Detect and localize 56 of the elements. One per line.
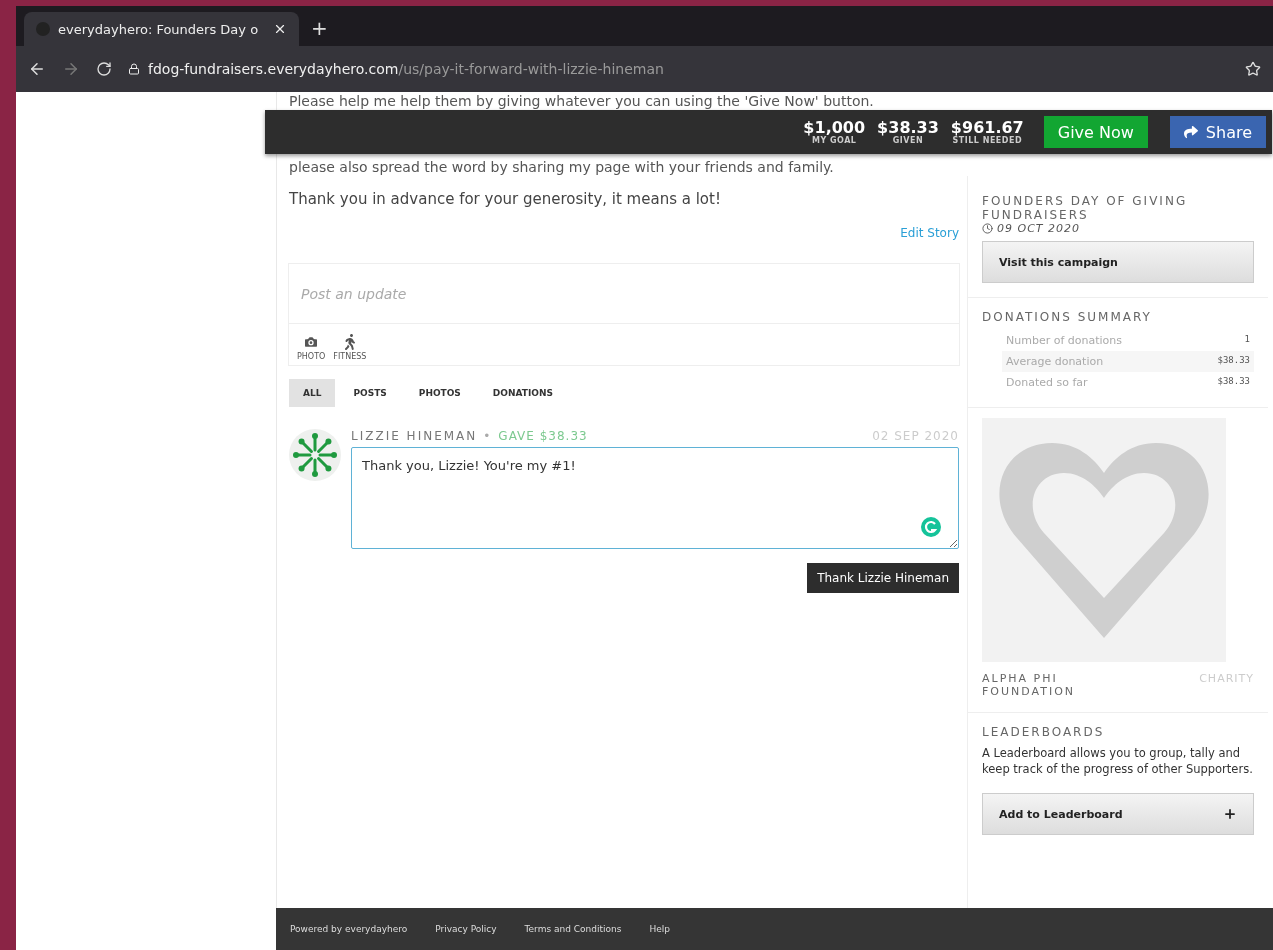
fitness-attach-button[interactable]: FITNESS — [333, 334, 367, 361]
summary-label: Number of donations — [1006, 334, 1122, 347]
plus-icon — [1223, 807, 1237, 821]
story-text: Thank you in advance for your generosity, it means a lot! — [289, 190, 722, 208]
campaign-date: 09 OCT 2020 — [997, 222, 1081, 235]
summary-value: $38.33 — [1217, 376, 1250, 388]
bookmark-star-icon[interactable] — [1245, 61, 1261, 77]
reload-icon[interactable] — [96, 61, 112, 77]
section-title: DONATIONS SUMMARY — [982, 310, 1153, 324]
camera-icon — [303, 334, 320, 350]
stat-label: GIVEN — [892, 136, 924, 145]
share-icon — [1183, 125, 1198, 139]
footer-link[interactable]: Privacy Policy — [435, 924, 497, 934]
favicon-icon — [36, 22, 50, 36]
donation-amount: GAVE $38.33 — [498, 429, 589, 443]
campaign-title: FOUNDERS DAY OF GIVING FUNDRAISERS — [982, 194, 1189, 222]
summary-label: Donated so far — [1006, 376, 1088, 389]
grammar-check-icon[interactable] — [921, 517, 941, 537]
feed-tab[interactable]: POSTS — [339, 379, 401, 407]
thank-you-message-field[interactable]: Thank you, Lizzie! You're my #1! — [351, 447, 959, 549]
stat-value: $38.33 — [877, 119, 939, 136]
add-to-leaderboard-button[interactable]: Add to Leaderboard — [982, 793, 1254, 835]
story-text: please also spread the word by sharing my page with your friends and family. — [289, 158, 835, 176]
charity-name: ALPHA PHI FOUNDATION — [982, 672, 1077, 698]
feed-tab[interactable]: ALL — [289, 379, 336, 407]
url-path: /us/pay-it-forward-with-lizzie-hineman — [398, 61, 664, 77]
feed-tab[interactable]: PHOTOS — [404, 379, 475, 407]
browser-tab[interactable]: everydayhero: Founders Day o — [24, 12, 299, 46]
share-button[interactable]: Share — [1169, 116, 1266, 148]
summary-value: 1 — [1244, 334, 1250, 346]
footer-link[interactable]: Terms and Conditions — [524, 924, 622, 934]
thank-donor-button[interactable]: Thank Lizzie Hineman — [807, 563, 959, 593]
story-text: Please help me help them by giving whatever you can using the 'Give Now' button. — [289, 92, 875, 110]
stat-label: STILL NEEDED — [952, 136, 1023, 145]
url-domain: fdog-fundraisers.everydayhero.com — [148, 61, 399, 77]
stat-value: $961.67 — [950, 119, 1024, 136]
footer-link[interactable]: Powered by everydayhero — [290, 924, 408, 934]
separator-dot: • — [483, 429, 493, 443]
stat-value: $1,000 — [803, 119, 866, 136]
leaderboard-description: A Leaderboard allows you to group, tally and keep track of the progress of other Supporters. — [982, 745, 1254, 777]
footer-link[interactable]: Help — [649, 924, 670, 934]
lock-icon — [128, 63, 140, 75]
forward-icon[interactable] — [62, 60, 80, 78]
summary-label: Average donation — [1006, 355, 1104, 368]
clock-icon — [982, 223, 993, 234]
photo-attach-button[interactable]: PHOTO — [297, 334, 326, 361]
section-title: LEADERBOARDS — [982, 725, 1106, 739]
stat-label: MY GOAL — [812, 136, 857, 145]
feed-tab[interactable]: DONATIONS — [478, 379, 567, 407]
close-icon[interactable] — [273, 22, 287, 36]
summary-value: $38.33 — [1217, 355, 1250, 367]
back-icon[interactable] — [28, 60, 46, 78]
visit-campaign-button[interactable]: Visit this campaign — [982, 241, 1254, 283]
new-tab-button[interactable]: + — [311, 16, 328, 46]
donor-name: LIZZIE HINEMAN — [351, 429, 478, 443]
avatar-icon — [289, 429, 341, 481]
